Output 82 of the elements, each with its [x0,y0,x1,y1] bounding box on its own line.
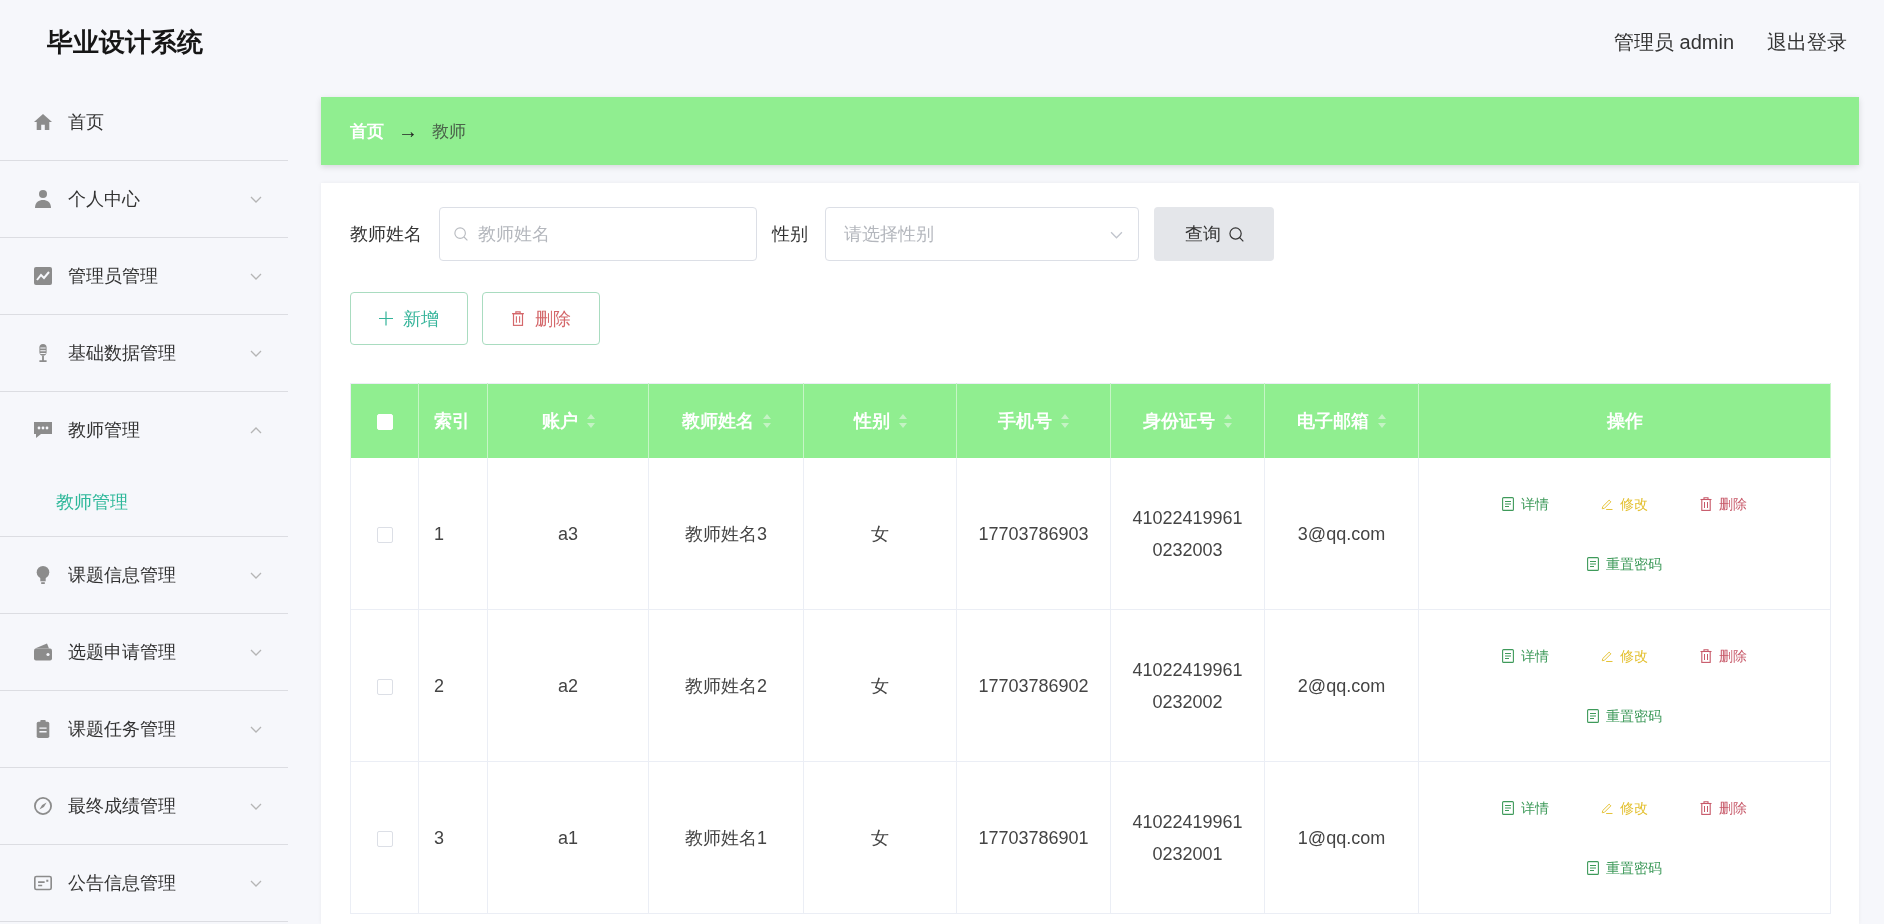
logout-link[interactable]: 退出登录 [1767,28,1847,56]
field-label: 性别 [772,223,808,246]
reset-password-button[interactable]: 重置密码 [1587,851,1662,884]
chart-icon [34,267,52,285]
user-name: 管理员 admin [1613,29,1734,55]
clipboard-icon [34,720,52,738]
breadcrumb-current: 教师 [432,120,466,143]
column-header: 索引 [418,383,488,458]
table-cell: a3 [487,458,649,610]
detail-button[interactable]: 详情 [1502,487,1549,520]
trash-icon [511,311,525,326]
delete-button[interactable]: 删除 [482,292,600,345]
menu-item[interactable]: 公告信息管理 [0,845,288,921]
menu-item[interactable]: 教师管理 [0,392,288,468]
table-cell: 17703786901 [956,761,1111,914]
menu-item[interactable]: 基础数据管理 [0,315,288,391]
reset-password-button[interactable]: 重置密码 [1587,699,1662,732]
menu-item[interactable]: 个人中心 [0,161,288,237]
menu-item[interactable]: 最终成绩管理 [0,768,288,844]
table-cell: 410224199610232002 [1110,609,1265,762]
card-icon [34,874,52,892]
user-icon [34,190,52,208]
menu-item[interactable]: 课题信息管理 [0,537,288,613]
column-header: 操作 [1418,383,1831,458]
table-cell: 17703786903 [956,458,1111,610]
compass-icon [34,797,52,815]
table-cell: a2 [487,609,649,762]
document-icon [1587,708,1599,723]
select-field[interactable]: 请选择性别 [825,207,1139,261]
table-cell: 2@qq.com [1264,609,1419,762]
plus-icon [379,311,393,326]
table-cell: a1 [487,761,649,914]
menu-item[interactable]: 选题申请管理 [0,614,288,690]
table-cell: 3@qq.com [1264,458,1419,610]
trash-icon [1700,648,1712,663]
query-button[interactable]: 查询 [1154,207,1274,261]
table-cell: 教师姓名1 [648,761,804,914]
table-cell: 410224199610232001 [1110,761,1265,914]
table-cell: 1 [418,458,488,610]
row-checkbox[interactable] [376,678,393,695]
add-button[interactable]: 新增 [350,292,468,345]
chevron-down-icon [1110,231,1123,239]
table-cell: 17703786902 [956,609,1111,762]
detail-button[interactable]: 详情 [1502,639,1549,672]
table-cell: 女 [803,761,957,914]
table-cell: 410224199610232003 [1110,458,1265,610]
table-cell: 教师姓名3 [648,458,804,610]
chat-icon [34,421,52,439]
reset-password-button[interactable]: 重置密码 [1587,547,1662,580]
table-cell: 女 [803,609,957,762]
search-field[interactable]: 教师姓名 [439,207,757,261]
document-icon [1502,648,1514,663]
document-icon [1502,496,1514,511]
select-all-checkbox[interactable] [376,413,393,430]
document-icon [1587,860,1599,875]
menu-item[interactable]: 管理员管理 [0,238,288,314]
wallet-icon [34,643,52,661]
submenu-item[interactable]: 教师管理 [0,468,288,536]
detail-button[interactable]: 详情 [1502,791,1549,824]
trash-icon [1700,496,1712,511]
table-cell: 女 [803,458,957,610]
delete-button[interactable]: 删除 [1700,791,1747,824]
row-checkbox[interactable] [376,830,393,847]
document-icon [1587,556,1599,571]
table-cell: 1@qq.com [1264,761,1419,914]
home-icon [34,113,52,131]
breadcrumb-separator: → [398,119,418,143]
row-checkbox[interactable] [376,526,393,543]
table-cell: 3 [418,761,488,914]
menu-item[interactable]: 首页 [0,84,288,160]
delete-button[interactable]: 删除 [1700,639,1747,672]
trash-icon [1700,800,1712,815]
table-cell: 教师姓名2 [648,609,804,762]
search-icon [1228,226,1244,242]
bulb-icon [34,566,52,584]
field-label: 教师姓名 [350,223,422,246]
search-icon [454,227,468,241]
document-icon [1502,800,1514,815]
menu-item[interactable]: 课题任务管理 [0,691,288,767]
table-cell: 2 [418,609,488,762]
app-title: 毕业设计系统 [47,25,203,59]
delete-button[interactable]: 删除 [1700,487,1747,520]
